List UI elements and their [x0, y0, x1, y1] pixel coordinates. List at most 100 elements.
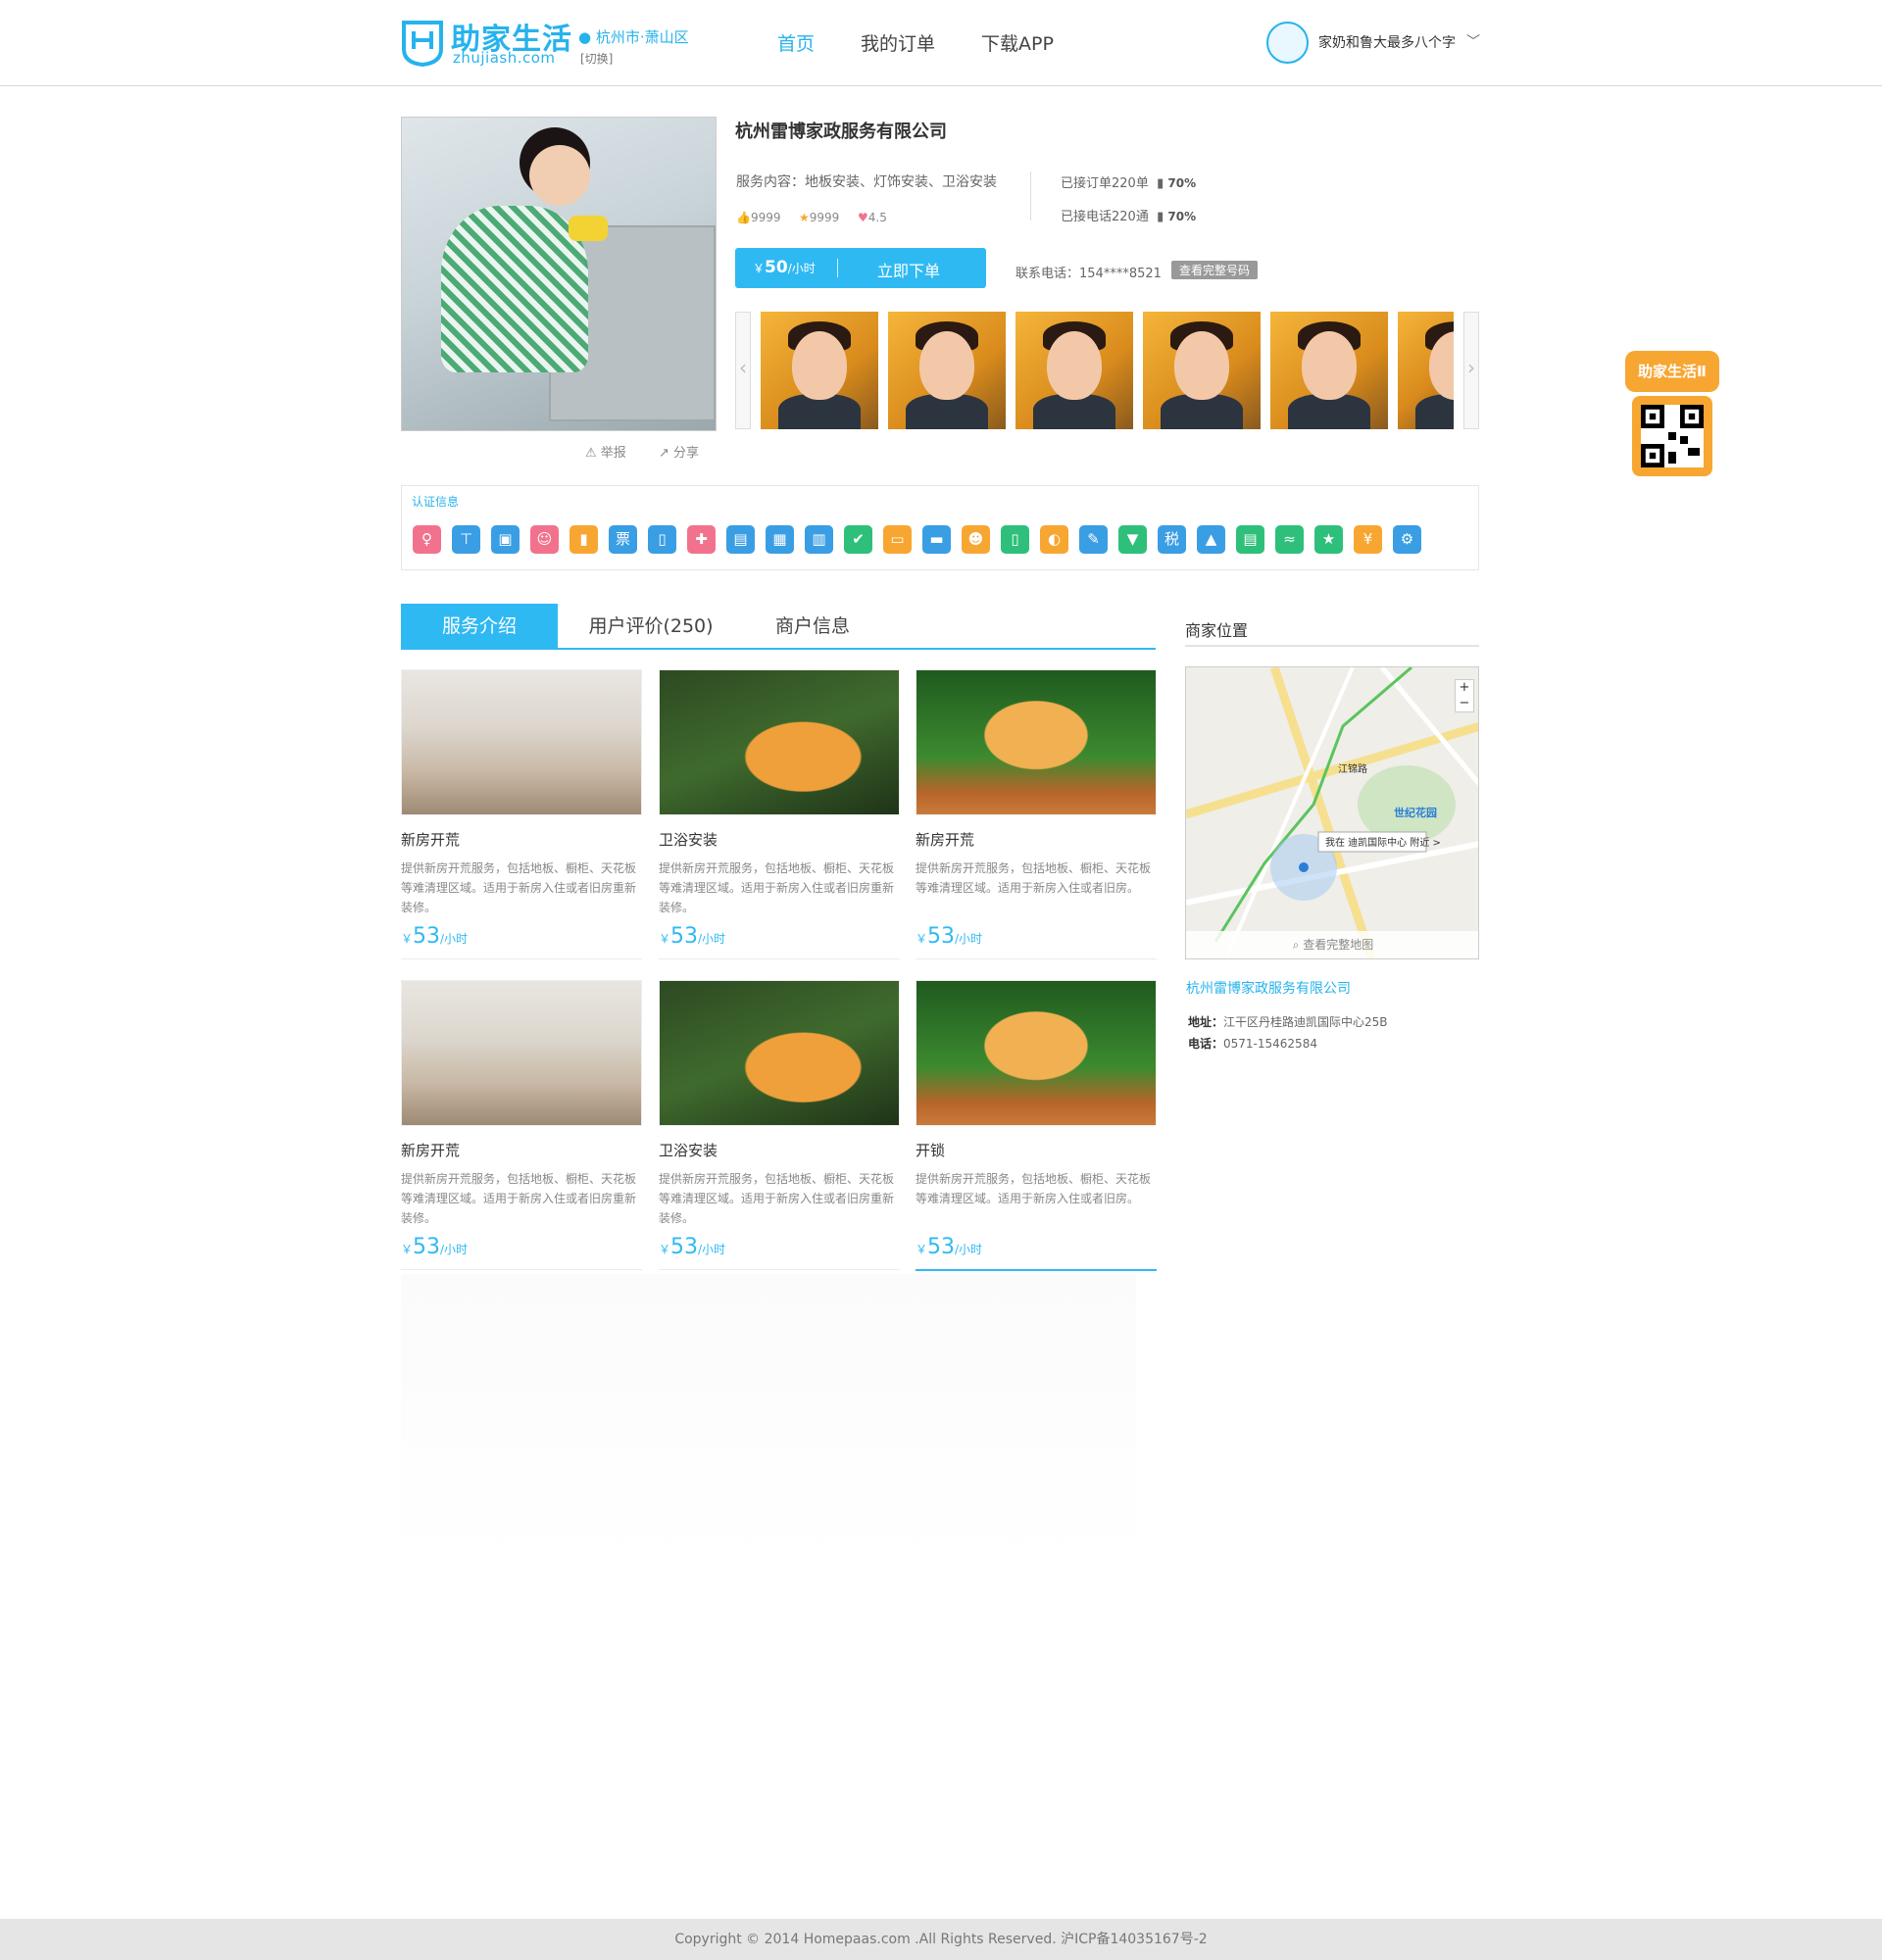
service-card-title[interactable]: 新房开荒 [401, 1140, 460, 1160]
service-card-divider [916, 958, 1157, 959]
face-shape [1047, 331, 1102, 400]
service-card-image[interactable] [401, 669, 642, 815]
ticket-icon[interactable]: 票 [609, 525, 637, 554]
hourly-price: ￥50/小时 [753, 258, 816, 277]
show-full-number-button[interactable]: 查看完整号码 [1171, 261, 1259, 279]
qr-badge-label: 助家生活Ⅱ [1625, 351, 1719, 392]
nav-home[interactable]: 首页 [777, 29, 815, 56]
location-switch-link[interactable]: [切换] [580, 50, 613, 67]
price-symbol: ￥ [753, 262, 766, 275]
handshake-icon[interactable]: ≈ [1275, 525, 1304, 554]
avatar[interactable] [1266, 22, 1309, 64]
report-button[interactable]: ⚠ 举报 [585, 442, 626, 461]
orders-label: 已接订单220单 [1061, 176, 1149, 191]
map-zoom-controls[interactable]: + − [1455, 679, 1474, 712]
gallery-prev-button[interactable]: ‹ [735, 312, 751, 429]
service-card-price: ￥53/小时 [401, 924, 468, 949]
star-icon: ★ [799, 211, 810, 224]
id-card-icon[interactable]: ▣ [491, 525, 520, 554]
lock-icon[interactable]: ▲ [1197, 525, 1225, 554]
service-card-image[interactable] [916, 669, 1157, 815]
gallery-thumbnail[interactable] [1015, 312, 1133, 429]
phone-icon[interactable]: ▯ [648, 525, 676, 554]
card-reader-icon[interactable]: ▤ [1236, 525, 1264, 554]
profile-card-icon[interactable]: ▥ [805, 525, 833, 554]
price-value: 50 [765, 258, 788, 277]
worker-icon[interactable]: ☻ [962, 525, 990, 554]
tax-icon[interactable]: 税 [1158, 525, 1186, 554]
service-card-title[interactable]: 卫浴安装 [659, 829, 718, 850]
rating-count: ♥4.5 [858, 211, 887, 224]
price-unit: /小时 [955, 932, 983, 946]
person-check-icon[interactable]: ✔ [844, 525, 872, 554]
face-shape [529, 145, 590, 206]
gallery-next-button[interactable]: › [1463, 312, 1479, 429]
rating-value: 4.5 [867, 211, 887, 224]
service-card-title[interactable]: 新房开荒 [916, 829, 974, 850]
gallery-thumbnail[interactable] [1143, 312, 1261, 429]
service-card-image[interactable] [659, 669, 900, 815]
app-qr-widget[interactable]: 助家生活Ⅱ [1617, 343, 1725, 480]
likes-count: 👍9999 [736, 211, 781, 224]
bucket-icon[interactable]: ▼ [1118, 525, 1147, 554]
gallery-thumbnail[interactable] [1398, 312, 1454, 429]
gear-split-icon[interactable]: ◐ [1040, 525, 1068, 554]
nav-download-app[interactable]: 下载APP [981, 29, 1054, 56]
contact-phone: 联系电话：154****8521 [1015, 267, 1162, 281]
merchant-phone: 电话：0571-15462584 [1188, 1035, 1317, 1052]
zoom-in-icon[interactable]: + [1460, 680, 1470, 695]
calls-stat: 已接电话220通 ▮ 70% [1061, 206, 1196, 224]
service-card-image[interactable] [916, 980, 1157, 1126]
nav-my-orders[interactable]: 我的订单 [861, 29, 935, 56]
search-icon: ⌕ [1292, 938, 1300, 952]
battery-icon[interactable]: ▯ [1001, 525, 1029, 554]
service-card-title[interactable]: 卫浴安装 [659, 1140, 718, 1160]
share-button[interactable]: ↗ 分享 [659, 442, 699, 461]
service-card-desc: 提供新房开荒服务，包括地板、橱柜、天花板等难清理区域。适用于新房入住或者旧房重新… [401, 861, 637, 914]
gallery-thumbnail[interactable] [1270, 312, 1388, 429]
logo-domain: zhujiash.com [453, 49, 556, 67]
org-chart-icon[interactable]: ⊤ [452, 525, 480, 554]
chevron-right-icon: › [1467, 356, 1475, 379]
gallery-thumbnail[interactable] [761, 312, 878, 429]
price-symbol: ￥ [401, 1243, 414, 1256]
price-value: 53 [413, 1235, 441, 1259]
guard-icon[interactable]: ♀ [413, 525, 441, 554]
yuan-icon[interactable]: ¥ [1354, 525, 1382, 554]
tab-user-reviews[interactable]: 用户评价(250) [577, 604, 724, 649]
logo-icon[interactable] [401, 20, 444, 67]
settings-icon[interactable]: ⚙ [1393, 525, 1421, 554]
gallery-thumbnail[interactable] [888, 312, 1006, 429]
view-full-map-link[interactable]: ⌕ 查看完整地图 [1186, 931, 1478, 958]
service-card-title[interactable]: 新房开荒 [401, 829, 460, 850]
license-icon[interactable]: ▦ [766, 525, 794, 554]
location-map[interactable]: 我在 迪凯国际中心 附近 > 江锦路 世纪花园 + − ⌕ 查看完整地图 [1185, 666, 1479, 959]
service-card-divider [916, 1269, 1157, 1271]
wrench-icon[interactable]: ✎ [1079, 525, 1108, 554]
certificate-icon[interactable]: ▤ [726, 525, 755, 554]
chevron-down-icon[interactable]: ﹀ [1466, 31, 1480, 51]
location-selector[interactable]: ● 杭州市·萧山区 [578, 26, 689, 47]
tab-merchant-info[interactable]: 商户信息 [764, 604, 862, 649]
map-garden-label: 世纪花园 [1394, 807, 1437, 819]
nanny-icon[interactable]: ☺ [530, 525, 559, 554]
service-card-divider [659, 958, 900, 959]
zoom-out-icon[interactable]: − [1460, 696, 1470, 710]
star-badge-icon[interactable]: ★ [1314, 525, 1343, 554]
service-card-image[interactable] [401, 980, 642, 1126]
briefcase-icon[interactable]: ▬ [922, 525, 951, 554]
service-card-title[interactable]: 开锁 [916, 1140, 945, 1160]
username[interactable]: 家奶和鲁大最多八个字 [1318, 32, 1456, 52]
bottle-icon[interactable]: ▮ [570, 525, 598, 554]
orders-rate: 70% [1167, 176, 1197, 190]
order-now-button[interactable]: ￥50/小时 立即下单 [735, 248, 986, 288]
box-icon[interactable]: ▭ [883, 525, 912, 554]
tab-service-intro[interactable]: 服务介绍 [401, 604, 558, 649]
stars-value: 9999 [809, 211, 840, 224]
service-card-image[interactable] [659, 980, 900, 1126]
heart-icon: ♥ [858, 211, 868, 224]
location-text: 杭州市·萧山区 [595, 28, 689, 46]
medical-icon[interactable]: ✚ [687, 525, 716, 554]
merchant-name-link[interactable]: 杭州雷博家政服务有限公司 [1186, 978, 1351, 998]
service-content: 服务内容：地板安装、灯饰安装、卫浴安装 [736, 174, 997, 190]
